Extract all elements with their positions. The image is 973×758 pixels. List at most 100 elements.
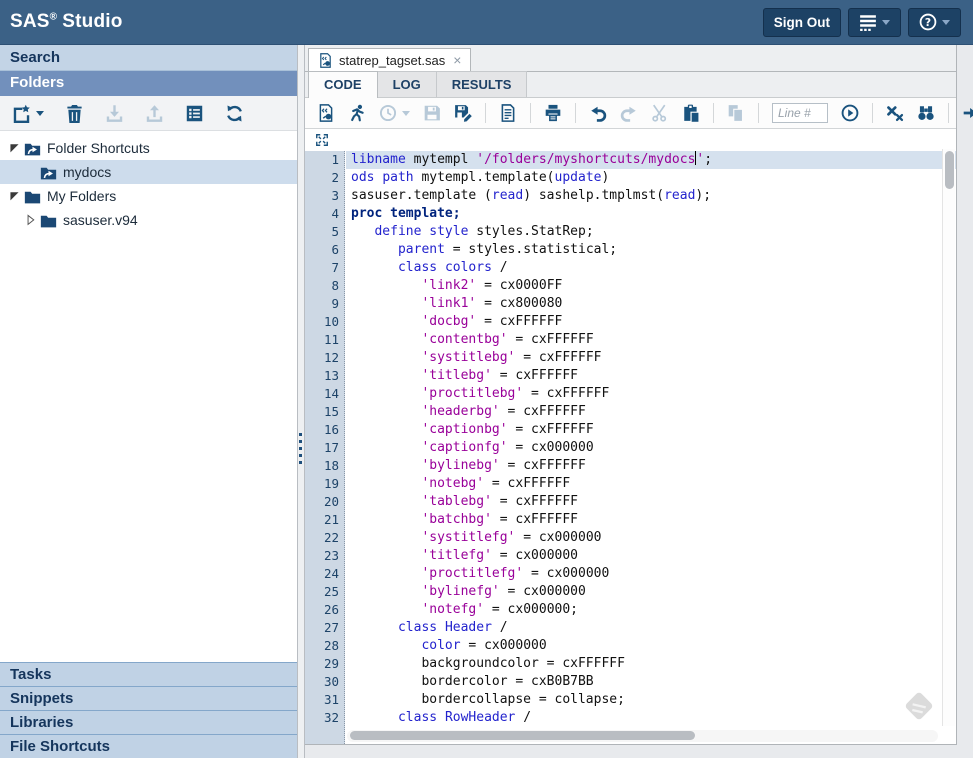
tree-item-sasuser-v94[interactable]: sasuser.v94 xyxy=(0,208,297,232)
code-line[interactable]: 'proctitlebg' = cxFFFFFF xyxy=(346,385,956,403)
help-icon: ? xyxy=(919,13,937,31)
goto-line-button[interactable] xyxy=(841,104,859,122)
code-line[interactable]: 'contentbg' = cxFFFFFF xyxy=(346,331,956,349)
code-line[interactable]: class Header / xyxy=(346,619,956,637)
download-button[interactable] xyxy=(105,104,124,123)
tab-log[interactable]: LOG xyxy=(378,71,437,97)
code-line[interactable]: 'notebg' = cxFFFFFF xyxy=(346,475,956,493)
collapse-triangle-icon[interactable] xyxy=(8,141,22,155)
panel-tasks[interactable]: Tasks xyxy=(0,662,297,686)
panel-folders[interactable]: Folders xyxy=(0,71,297,96)
code-editor[interactable]: 1234567891011121314151617181920212223242… xyxy=(305,129,956,744)
program-summary-button[interactable] xyxy=(499,104,517,122)
sign-out-button[interactable]: Sign Out xyxy=(763,8,841,37)
line-number: 10 xyxy=(305,313,344,331)
code-line[interactable]: sasuser.template (read) sashelp.tmplmst(… xyxy=(346,187,956,205)
tab-statrep-tagset-sas[interactable]: statrep_tagset.sas × xyxy=(308,48,471,71)
tree-item-mydocs[interactable]: mydocs xyxy=(0,160,297,184)
delete-icon xyxy=(65,104,84,123)
properties-icon xyxy=(185,104,204,123)
history-button[interactable] xyxy=(379,104,410,122)
code-line[interactable]: 'notefg' = cx000000; xyxy=(346,601,956,619)
panel-libraries[interactable]: Libraries xyxy=(0,710,297,734)
panel-snippets[interactable]: Snippets xyxy=(0,686,297,710)
refresh-button[interactable] xyxy=(225,104,244,123)
svg-text:?: ? xyxy=(925,16,931,29)
print-button[interactable] xyxy=(544,104,562,122)
vertical-scrollbar-thumb[interactable] xyxy=(945,151,954,189)
undo-button[interactable] xyxy=(589,104,607,122)
close-icon[interactable]: × xyxy=(453,53,461,67)
code-line[interactable]: 'tablebg' = cxFFFFFF xyxy=(346,493,956,511)
code-line[interactable]: define style styles.StatRep; xyxy=(346,223,956,241)
horizontal-scrollbar-thumb[interactable] xyxy=(350,731,695,740)
tree-item-folder-shortcuts[interactable]: Folder Shortcuts xyxy=(0,136,297,160)
properties-button[interactable] xyxy=(185,104,204,123)
panel-search[interactable]: Search xyxy=(0,45,297,71)
code-line[interactable]: parent = styles.statistical; xyxy=(346,241,956,259)
code-line[interactable]: 'bylinefg' = cx000000 xyxy=(346,583,956,601)
tree-item-label: mydocs xyxy=(63,164,111,180)
code-line[interactable]: 'systitlebg' = cxFFFFFF xyxy=(346,349,956,367)
code-lines[interactable]: libname mytempl '/folders/myshortcuts/my… xyxy=(346,151,956,727)
new-button[interactable] xyxy=(12,104,44,123)
line-number: 5 xyxy=(305,223,344,241)
code-line[interactable]: 'captionbg' = cxFFFFFF xyxy=(346,421,956,439)
line-number: 19 xyxy=(305,475,344,493)
code-line[interactable]: 'systitlefg' = cx000000 xyxy=(346,529,956,547)
code-line[interactable]: libname mytempl '/folders/myshortcuts/my… xyxy=(346,151,956,169)
line-number: 22 xyxy=(305,529,344,547)
code-line[interactable]: 'link1' = cx800080 xyxy=(346,295,956,313)
expand-triangle-icon[interactable] xyxy=(24,213,38,227)
code-line[interactable]: 'link2' = cx0000FF xyxy=(346,277,956,295)
new-program-button[interactable] xyxy=(317,104,335,122)
code-line[interactable]: 'headerbg' = cxFFFFFF xyxy=(346,403,956,421)
chevron-down-icon xyxy=(36,111,44,116)
run-button[interactable] xyxy=(348,104,366,122)
tab-code[interactable]: CODE xyxy=(308,71,378,98)
help-button[interactable]: ? xyxy=(908,8,961,37)
redo-button[interactable] xyxy=(620,104,638,122)
code-line[interactable]: 'batchbg' = cxFFFFFF xyxy=(346,511,956,529)
application-menu-button[interactable] xyxy=(848,8,901,37)
sidebar-splitter[interactable] xyxy=(297,45,305,758)
line-number-input[interactable] xyxy=(772,103,828,123)
code-line[interactable]: bordercollapse = collapse; xyxy=(346,691,956,709)
maximize-editor-icon[interactable] xyxy=(315,133,329,147)
indent-button[interactable] xyxy=(962,104,973,122)
undo-icon xyxy=(589,104,607,122)
delete-button[interactable] xyxy=(65,104,84,123)
save-as-button[interactable] xyxy=(454,104,472,122)
copy-button[interactable] xyxy=(727,104,745,122)
code-line[interactable]: 'titlefg' = cx000000 xyxy=(346,547,956,565)
upload-button[interactable] xyxy=(145,104,164,123)
clear-code-button[interactable] xyxy=(886,104,904,122)
code-line[interactable]: ods path mytempl.template(update) xyxy=(346,169,956,187)
code-line[interactable]: backgroundcolor = cxFFFFFF xyxy=(346,655,956,673)
code-line[interactable]: 'proctitlefg' = cx000000 xyxy=(346,565,956,583)
find-replace-button[interactable] xyxy=(917,104,935,122)
line-number: 15 xyxy=(305,403,344,421)
collapse-triangle-icon[interactable] xyxy=(8,189,22,203)
paste-button[interactable] xyxy=(682,104,700,122)
code-line[interactable]: bordercolor = cxB0B7BB xyxy=(346,673,956,691)
code-line[interactable]: proc template; xyxy=(346,205,956,223)
cut-button[interactable] xyxy=(651,104,669,122)
code-line[interactable]: class RowHeader / xyxy=(346,709,956,727)
code-line[interactable]: 'captionfg' = cx000000 xyxy=(346,439,956,457)
code-line[interactable]: color = cx000000 xyxy=(346,637,956,655)
panel-file-shortcuts[interactable]: File Shortcuts xyxy=(0,734,297,758)
save-button[interactable] xyxy=(423,104,441,122)
tab-results[interactable]: RESULTS xyxy=(437,71,528,97)
program-summary-icon xyxy=(499,104,517,122)
vertical-scrollbar[interactable] xyxy=(942,149,955,726)
code-line[interactable]: 'titlebg' = cxFFFFFF xyxy=(346,367,956,385)
horizontal-scrollbar[interactable] xyxy=(347,730,938,742)
splitter-grip-icon xyxy=(299,433,302,464)
tree-item-label: sasuser.v94 xyxy=(63,212,138,228)
code-line[interactable]: 'bylinebg' = cxFFFFFF xyxy=(346,457,956,475)
code-area[interactable]: 1234567891011121314151617181920212223242… xyxy=(305,151,956,744)
tree-item-my-folders[interactable]: My Folders xyxy=(0,184,297,208)
code-line[interactable]: 'docbg' = cxFFFFFF xyxy=(346,313,956,331)
code-line[interactable]: class colors / xyxy=(346,259,956,277)
